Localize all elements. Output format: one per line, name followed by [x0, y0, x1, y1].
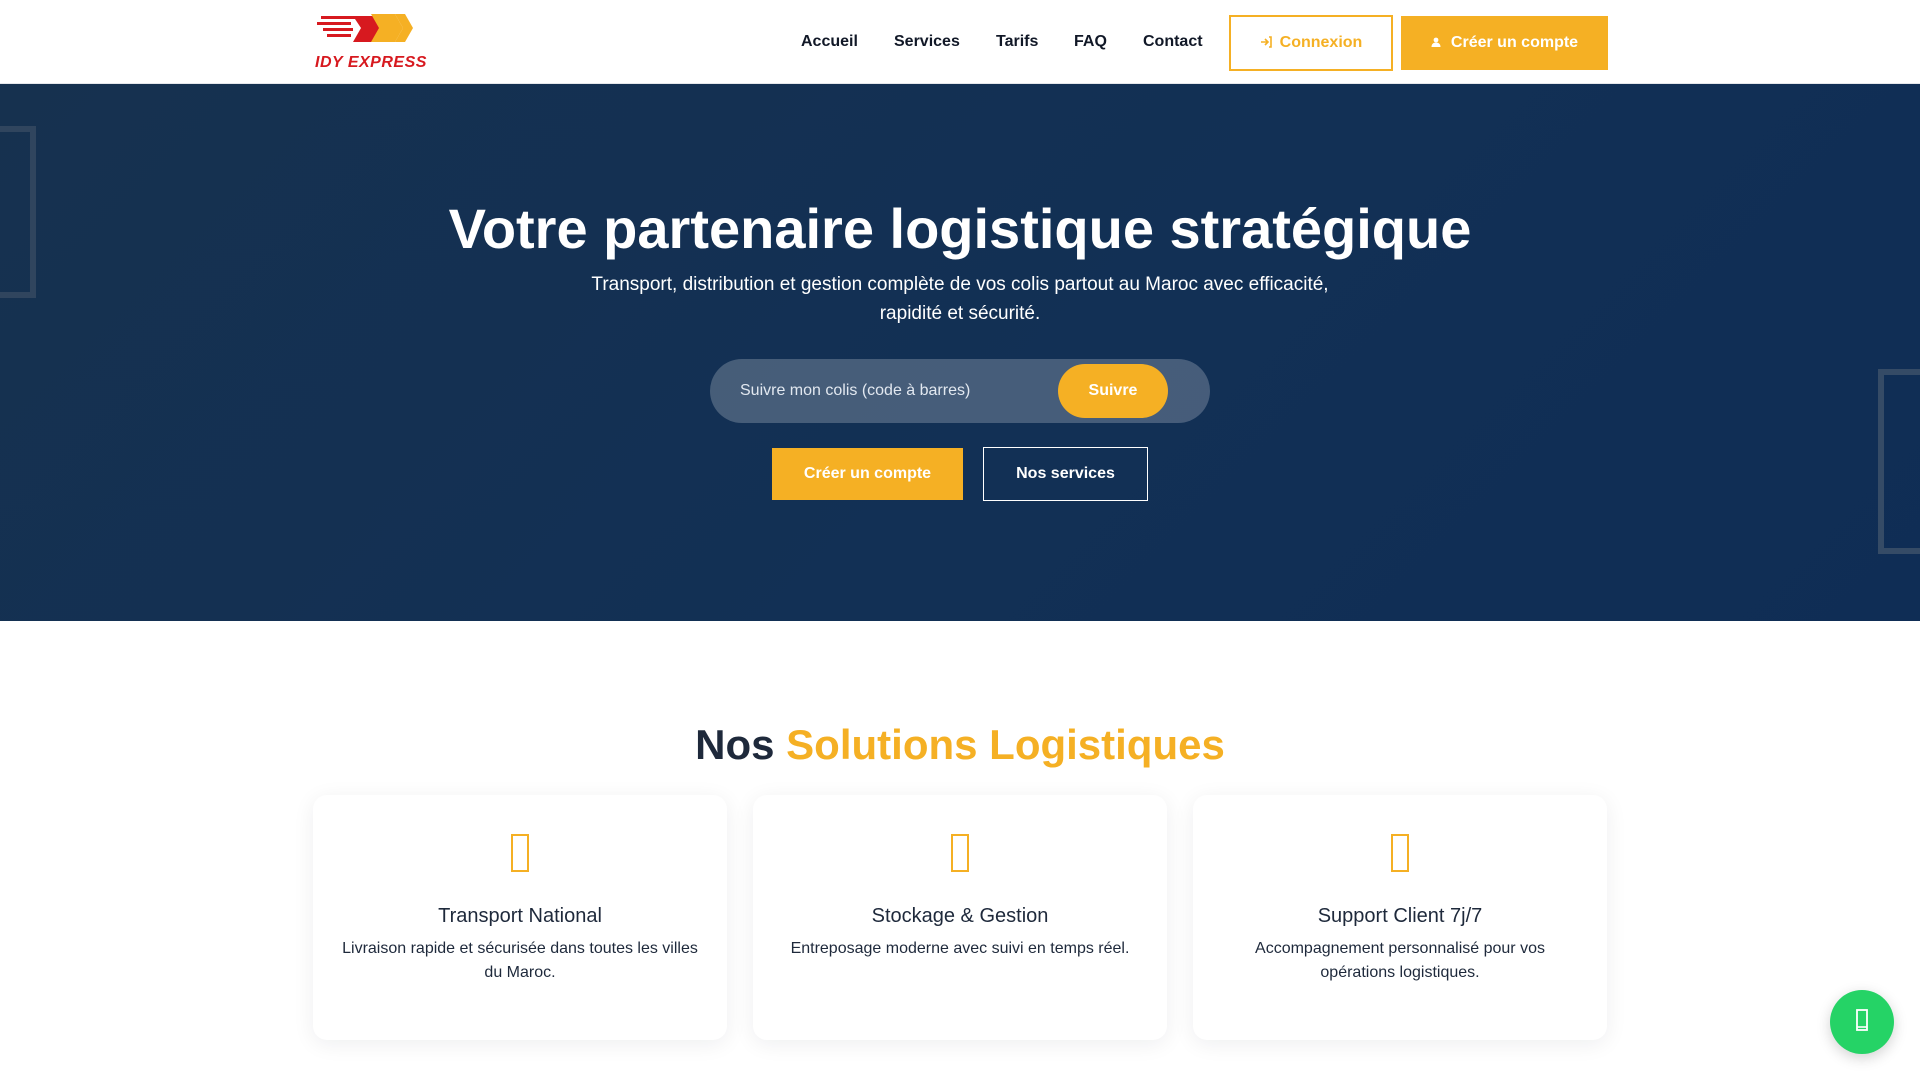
card-title: Support Client 7j/7	[1317, 905, 1483, 927]
nav-services[interactable]: Services	[894, 33, 960, 51]
sign-in-icon	[1260, 35, 1272, 51]
card-title: Transport National	[438, 905, 602, 927]
hero-signup-button[interactable]: Créer un compte	[772, 448, 963, 500]
card-description: Entreposage moderne avec suivi en temps …	[790, 940, 1130, 957]
nav-faq[interactable]: FAQ	[1074, 33, 1107, 51]
card-title: Stockage & Gestion	[871, 905, 1049, 927]
whatsapp-icon	[1855, 1008, 1869, 1037]
solution-card-storage: Stockage & Gestion Entreposage moderne a…	[753, 795, 1167, 1040]
hero-decoration-right	[1878, 369, 1920, 554]
nav-contact[interactable]: Contact	[1143, 33, 1203, 51]
whatsapp-button[interactable]	[1830, 990, 1894, 1054]
brand-name: IDY EXPRESS	[315, 54, 427, 71]
solution-card-transport: Transport National Livraison rapide et s…	[313, 795, 727, 1040]
solutions-title: Nos Solutions Logistiques	[0, 721, 1920, 769]
truck-icon	[313, 833, 727, 877]
brand-logo[interactable]: IDY EXPRESS	[313, 12, 433, 72]
solutions-title-accent: Solutions Logistiques	[786, 721, 1225, 768]
hero-subtitle: Transport, distribution et gestion compl…	[591, 274, 1329, 324]
login-label: Connexion	[1279, 34, 1363, 51]
solution-card-support: Support Client 7j/7 Accompagnement perso…	[1193, 795, 1607, 1040]
site-header: IDY EXPRESS Accueil Services Tarifs FAQ …	[0, 0, 1920, 84]
nav-tarifs[interactable]: Tarifs	[996, 33, 1038, 51]
headset-icon	[1193, 833, 1607, 877]
login-button[interactable]: Connexion	[1229, 15, 1393, 71]
card-description: Accompagnement personnalisé pour vos opé…	[1255, 940, 1545, 981]
logo-mark-icon	[317, 14, 413, 42]
signup-button-header[interactable]: Créer un compte	[1401, 16, 1608, 70]
solutions-title-main: Nos	[695, 721, 775, 768]
hero-title: Votre partenaire logistique stratégique	[448, 197, 1472, 260]
nav-accueil[interactable]: Accueil	[801, 33, 858, 51]
user-plus-icon	[1431, 36, 1443, 51]
track-button[interactable]: Suivre	[1058, 364, 1168, 418]
warehouse-icon	[753, 833, 1167, 877]
tracking-form: Suivre	[710, 359, 1210, 423]
tracking-input[interactable]	[740, 359, 1040, 423]
card-description: Livraison rapide et sécurisée dans toute…	[342, 940, 698, 981]
signup-label-header: Créer un compte	[1450, 34, 1579, 51]
hero-section: Votre partenaire logistique stratégique …	[0, 84, 1920, 621]
hero-services-button[interactable]: Nos services	[983, 447, 1148, 501]
